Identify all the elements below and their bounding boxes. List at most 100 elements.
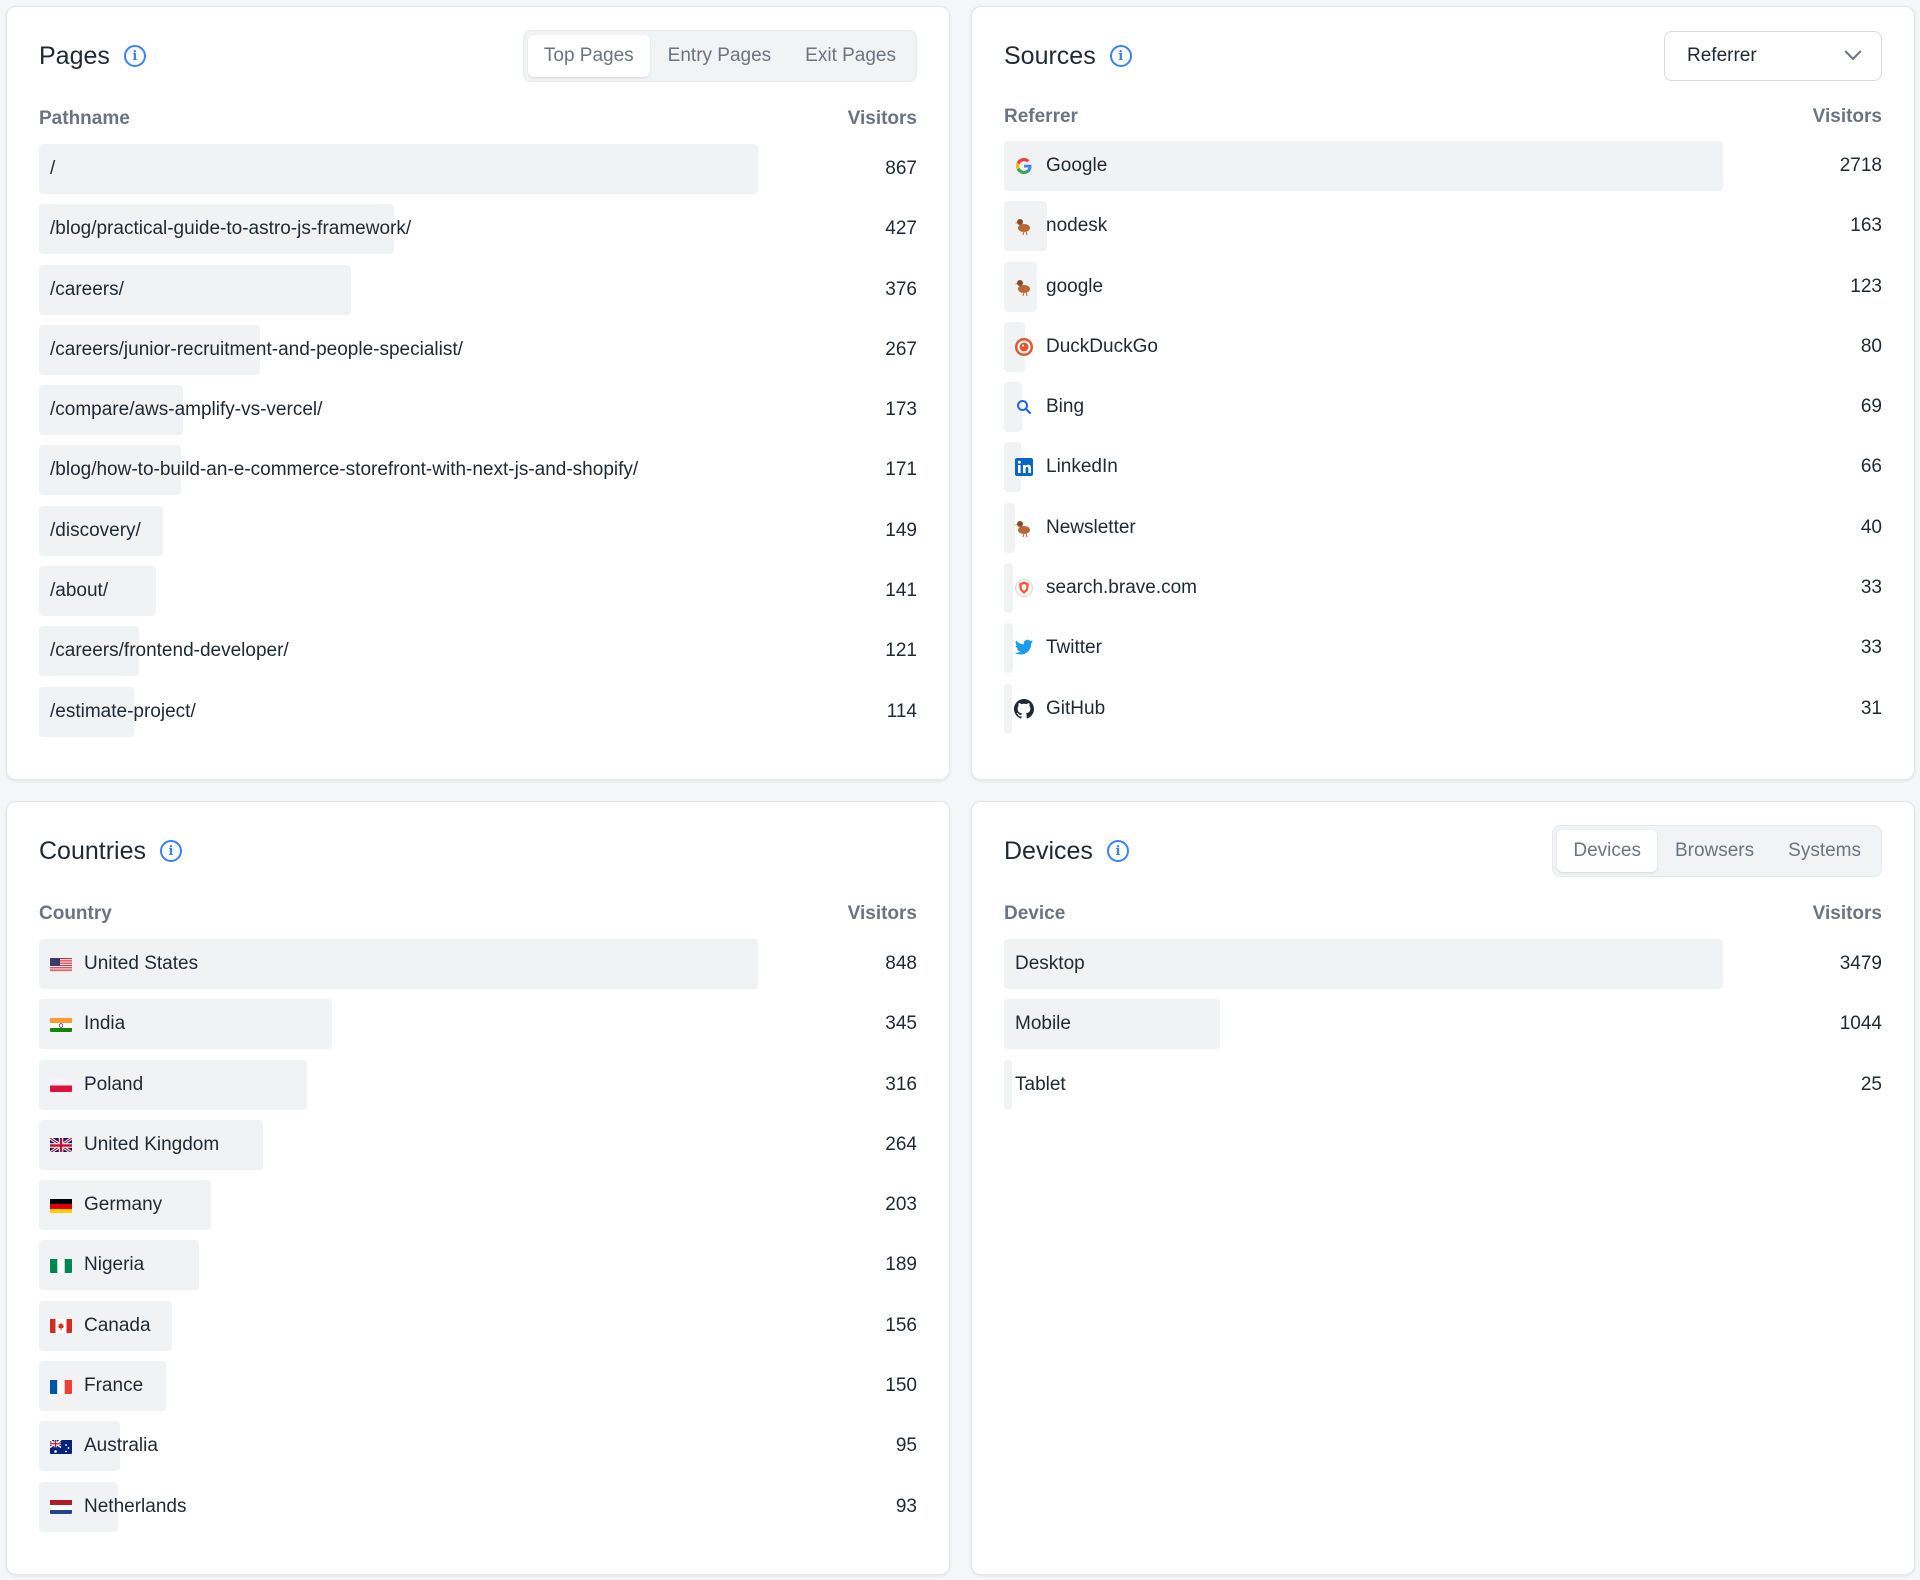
list-item[interactable]: DuckDuckGo 80 (1004, 321, 1882, 372)
tab-devices[interactable]: Devices (1557, 830, 1657, 872)
row-value: 267 (885, 338, 917, 360)
row-label: Canada (84, 1314, 151, 1336)
value-bar (1004, 141, 1723, 191)
list-item[interactable]: /careers/junior-recruitment-and-people-s… (39, 324, 917, 375)
list-item[interactable]: /about/141 (39, 566, 917, 617)
row-label: Bing (1046, 396, 1085, 418)
value-bar (39, 144, 758, 194)
info-icon[interactable]: i (123, 45, 146, 67)
list-item[interactable]: /careers/frontend-developer/121 (39, 626, 917, 677)
list-item[interactable]: Twitter 33 (1004, 623, 1882, 674)
row-label: Newsletter (1046, 516, 1136, 538)
github-icon (1014, 698, 1034, 719)
list-item[interactable]: /blog/practical-guide-to-astro-js-framew… (39, 204, 917, 255)
referrer-select-value: Referrer (1687, 45, 1757, 66)
list-item[interactable]: nodesk 163 (1004, 201, 1882, 252)
countries-title: Countries (39, 836, 146, 865)
column-value-label: Visitors (847, 903, 917, 924)
list-item[interactable]: search.brave.com 33 (1004, 563, 1882, 614)
row-value: 189 (885, 1254, 917, 1276)
row-value: 121 (885, 640, 917, 662)
brave-icon (1014, 578, 1034, 598)
row-label: France (84, 1375, 144, 1397)
row-label: /blog/practical-guide-to-astro-js-framew… (50, 218, 412, 240)
row-label: /discovery/ (50, 519, 141, 541)
list-item[interactable]: Netherlands 93 (39, 1481, 917, 1532)
referrer-select[interactable]: Referrer (1664, 31, 1882, 81)
list-item[interactable]: LinkedIn 66 (1004, 442, 1882, 493)
tab-exit-pages[interactable]: Exit Pages (789, 35, 912, 77)
row-value: 345 (885, 1013, 917, 1035)
row-value: 40 (1860, 516, 1882, 538)
list-item[interactable]: / 867 (39, 144, 917, 194)
list-item[interactable]: google 123 (1004, 261, 1882, 312)
list-item[interactable]: France 150 (39, 1361, 917, 1412)
twitter-icon (1014, 638, 1034, 658)
devices-tabs: Devices Browsers Systems (1552, 825, 1882, 877)
list-item[interactable]: Poland 316 (39, 1059, 917, 1110)
list-item[interactable]: /estimate-project/114 (39, 686, 917, 737)
row-value: 376 (885, 278, 917, 300)
google-icon (1014, 156, 1034, 176)
row-value: 848 (885, 953, 917, 974)
list-item[interactable]: Nigeria 189 (39, 1240, 917, 1291)
row-label: Australia (84, 1435, 158, 1457)
bing-icon (1014, 397, 1034, 417)
sources-title: Sources (1004, 41, 1096, 70)
row-label: Desktop (1015, 953, 1085, 974)
list-item[interactable]: Newsletter 40 (1004, 502, 1882, 553)
list-item[interactable]: Bing 69 (1004, 382, 1882, 433)
row-value: 316 (885, 1073, 917, 1095)
tab-entry-pages[interactable]: Entry Pages (652, 35, 788, 77)
row-label: search.brave.com (1046, 577, 1198, 599)
row-label: /careers/ (50, 278, 124, 300)
column-value-label: Visitors (847, 108, 917, 129)
list-item[interactable]: Google 2718 (1004, 141, 1882, 191)
info-icon[interactable]: i (1109, 45, 1132, 67)
list-item[interactable]: GitHub 31 (1004, 683, 1882, 734)
countries-column-header: Country Visitors (39, 899, 917, 929)
duck-icon (1014, 518, 1034, 538)
list-item[interactable]: /compare/aws-amplify-vs-vercel/173 (39, 385, 917, 436)
row-value: 25 (1860, 1073, 1882, 1095)
tab-systems[interactable]: Systems (1772, 830, 1877, 872)
flag-in-icon (50, 1017, 72, 1032)
list-item[interactable]: Desktop 3479 (1004, 939, 1882, 989)
devices-list: Desktop 3479 Mobile 1044 Tablet 25 (1004, 939, 1882, 1120)
column-value-label: Visitors (1812, 106, 1882, 127)
list-item[interactable]: Canada 156 (39, 1300, 917, 1351)
sources-header: Sources i Referrer (1004, 27, 1882, 85)
flag-us-icon (50, 957, 72, 972)
row-label: Tablet (1015, 1073, 1066, 1095)
value-bar (1004, 939, 1723, 989)
list-item[interactable]: Tablet 25 (1004, 1059, 1882, 1110)
pages-list: / 867/blog/practical-guide-to-astro-js-fr… (39, 144, 917, 747)
row-label: India (84, 1013, 126, 1035)
row-label: /careers/junior-recruitment-and-people-s… (50, 338, 463, 360)
row-value: 427 (885, 218, 917, 240)
list-item[interactable]: Mobile 1044 (1004, 999, 1882, 1050)
list-item[interactable]: United States 848 (39, 939, 917, 989)
info-icon[interactable]: i (160, 840, 182, 862)
flag-nl-icon (50, 1499, 72, 1515)
countries-card: Countries i Country Visitors United Stat… (6, 801, 950, 1575)
linkedin-icon (1014, 457, 1034, 477)
flag-ca-icon (50, 1318, 72, 1334)
row-value: 33 (1860, 577, 1882, 599)
flag-fr-icon (50, 1379, 72, 1394)
list-item[interactable]: United Kingdom 264 (39, 1119, 917, 1170)
tab-browsers[interactable]: Browsers (1659, 830, 1770, 872)
row-value: 149 (885, 519, 917, 541)
list-item[interactable]: Australia 95 (39, 1421, 917, 1472)
row-label: / (50, 158, 56, 179)
row-label: Netherlands (84, 1495, 187, 1517)
info-icon[interactable]: i (1106, 840, 1129, 862)
list-item[interactable]: /blog/how-to-build-an-e-commerce-storefr… (39, 445, 917, 496)
list-item[interactable]: Germany 203 (39, 1180, 917, 1231)
column-value-label: Visitors (1812, 903, 1882, 924)
row-label: Germany (84, 1194, 163, 1216)
list-item[interactable]: /careers/376 (39, 264, 917, 315)
list-item[interactable]: /discovery/149 (39, 505, 917, 556)
list-item[interactable]: India 345 (39, 999, 917, 1050)
tab-top-pages[interactable]: Top Pages (527, 35, 650, 77)
